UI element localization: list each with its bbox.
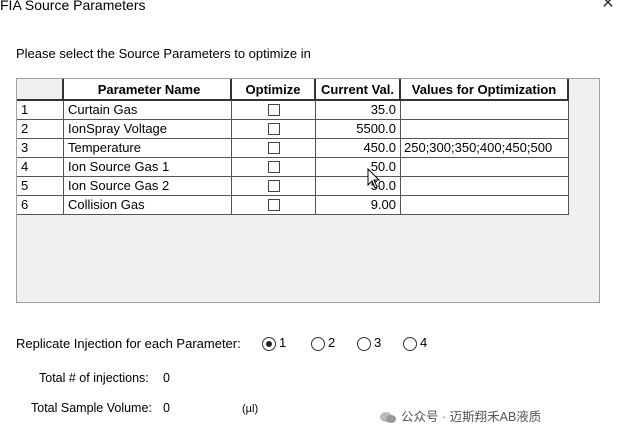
radio-label: 2	[328, 335, 336, 350]
row-index[interactable]: 5	[17, 177, 64, 196]
window-title: FIA Source Parameters	[0, 0, 146, 13]
radio-button[interactable]	[357, 336, 371, 351]
row-index[interactable]: 6	[17, 196, 64, 215]
total-injections-label: Total # of injections:	[39, 371, 149, 385]
row-index[interactable]: 1	[17, 101, 64, 120]
parameter-name-cell[interactable]: Curtain Gas	[64, 101, 232, 120]
optimization-values-cell[interactable]	[401, 120, 569, 139]
optimize-cell[interactable]	[232, 120, 316, 139]
row-index[interactable]: 4	[17, 158, 64, 177]
table-row[interactable]: 4 Ion Source Gas 1 50.0	[17, 158, 569, 177]
row-index[interactable]: 2	[17, 120, 64, 139]
radio-button[interactable]	[403, 336, 417, 351]
total-injections-value: 0	[163, 371, 170, 385]
replicate-option-1[interactable]: 1	[262, 335, 286, 353]
optimize-checkbox[interactable]	[267, 103, 280, 116]
total-volume-label: Total Sample Volume:	[31, 401, 152, 415]
total-volume-value: 0	[163, 401, 170, 415]
table-row[interactable]: 3 Temperature 450.0 250;300;350;400;450;500	[17, 139, 569, 158]
optimization-values-cell[interactable]	[401, 177, 569, 196]
optimization-values-cell[interactable]	[401, 101, 569, 120]
table-row[interactable]: 5 Ion Source Gas 2 50.0	[17, 177, 569, 196]
optimize-cell[interactable]	[232, 196, 316, 215]
radio-label: 4	[420, 335, 428, 350]
optimize-cell[interactable]	[232, 139, 316, 158]
radio-label: 1	[279, 335, 287, 350]
wechat-icon	[379, 411, 397, 425]
current-value-cell[interactable]: 450.0	[316, 139, 401, 158]
current-value-cell[interactable]: 9.00	[316, 196, 401, 215]
replicate-option-3[interactable]: 3	[357, 335, 381, 353]
current-value-cell[interactable]: 5500.0	[316, 120, 401, 139]
optimize-cell[interactable]	[232, 177, 316, 196]
optimize-checkbox[interactable]	[267, 179, 280, 192]
current-value-cell[interactable]: 50.0	[316, 158, 401, 177]
radio-button[interactable]	[262, 336, 276, 351]
parameter-name-cell[interactable]: Temperature	[64, 139, 232, 158]
radio-label: 3	[374, 335, 382, 350]
optimize-cell[interactable]	[232, 158, 316, 177]
header-parameter-name[interactable]: Parameter Name	[64, 79, 232, 101]
header-current-val[interactable]: Current Val.	[316, 79, 401, 101]
instruction-text: Please select the Source Parameters to o…	[16, 46, 311, 61]
optimize-cell[interactable]	[232, 101, 316, 120]
optimization-values-cell[interactable]	[401, 196, 569, 215]
parameter-name-cell[interactable]: Collision Gas	[64, 196, 232, 215]
grid-header-row: Parameter Name Optimize Current Val. Val…	[17, 79, 569, 101]
current-value-cell[interactable]: 50.0	[316, 177, 401, 196]
optimize-checkbox[interactable]	[267, 160, 280, 173]
text-cursor-icon	[367, 167, 381, 195]
replicate-option-4[interactable]: 4	[403, 335, 427, 353]
replicate-label: Replicate Injection for each Parameter:	[16, 336, 241, 351]
header-index	[17, 79, 64, 101]
close-icon[interactable]: ✕	[599, 0, 617, 13]
watermark: 公众号 · 迈斯翔禾AB液质	[379, 406, 541, 425]
header-values-for-optimization[interactable]: Values for Optimization	[401, 79, 569, 101]
radio-button[interactable]	[311, 336, 325, 351]
table-row[interactable]: 2 IonSpray Voltage 5500.0	[17, 120, 569, 139]
watermark-text: 公众号 · 迈斯翔禾AB液质	[401, 410, 542, 424]
table-row[interactable]: 1 Curtain Gas 35.0	[17, 101, 569, 120]
total-volume-unit: (µl)	[242, 403, 259, 415]
replicate-option-2[interactable]: 2	[311, 335, 335, 353]
header-optimize[interactable]: Optimize	[232, 79, 316, 101]
optimize-checkbox[interactable]	[267, 122, 280, 135]
current-value-cell[interactable]: 35.0	[316, 101, 401, 120]
parameter-name-cell[interactable]: Ion Source Gas 2	[64, 177, 232, 196]
table-row[interactable]: 6 Collision Gas 9.00	[17, 196, 569, 215]
parameter-grid: Parameter Name Optimize Current Val. Val…	[16, 78, 600, 303]
optimization-values-cell[interactable]: 250;300;350;400;450;500	[401, 139, 569, 158]
optimize-checkbox[interactable]	[267, 198, 280, 211]
parameter-name-cell[interactable]: Ion Source Gas 1	[64, 158, 232, 177]
parameter-name-cell[interactable]: IonSpray Voltage	[64, 120, 232, 139]
row-index[interactable]: 3	[17, 139, 64, 158]
optimization-values-cell[interactable]	[401, 158, 569, 177]
optimize-checkbox[interactable]	[267, 141, 280, 154]
